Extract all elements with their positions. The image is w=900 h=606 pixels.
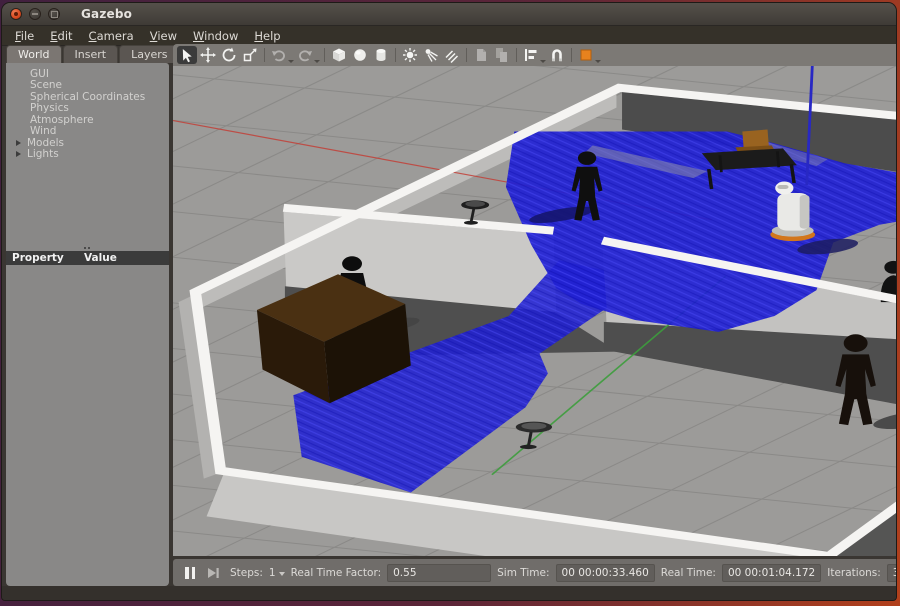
world-panel: World Insert Layers GUI Scene Spherical … — [2, 44, 171, 586]
menu-edit[interactable]: Edit — [43, 28, 79, 44]
snap-tool-icon[interactable] — [547, 46, 567, 64]
simulation-statusbar: Steps: 1 Real Time Factor: 0.55 Sim Time… — [173, 559, 896, 586]
tree-item-spherical-coordinates[interactable]: Spherical Coordinates — [6, 91, 169, 103]
redo-icon[interactable] — [295, 46, 315, 64]
spot-light-tool-icon[interactable] — [421, 46, 441, 64]
translate-tool-icon[interactable] — [198, 46, 218, 64]
window-title: Gazebo — [81, 7, 132, 21]
steps-label: Steps: — [230, 567, 263, 579]
render-viewport[interactable] — [173, 66, 896, 556]
iterations-value: 33460 — [887, 564, 896, 582]
titlebar: Gazebo — [2, 3, 896, 26]
iterations-label: Iterations: — [827, 567, 881, 579]
tree-item-physics[interactable]: Physics — [6, 103, 169, 115]
paste-icon[interactable] — [492, 46, 512, 64]
steps-caret-icon[interactable] — [279, 572, 285, 576]
copy-icon[interactable] — [471, 46, 491, 64]
tree-item-atmosphere[interactable]: Atmosphere — [6, 114, 169, 126]
undo-icon[interactable] — [269, 46, 289, 64]
tree-item-gui[interactable]: GUI — [6, 68, 169, 80]
rtf-label: Real Time Factor: — [291, 567, 382, 579]
tree-item-wind[interactable]: Wind — [6, 126, 169, 138]
sphere-tool-icon[interactable] — [350, 46, 370, 64]
menu-window[interactable]: Window — [186, 28, 245, 44]
view-angle-caret[interactable] — [595, 60, 601, 63]
tab-insert[interactable]: Insert — [63, 45, 119, 63]
point-light-tool-icon[interactable] — [400, 46, 420, 64]
panel-splitter[interactable] — [6, 246, 169, 251]
scene-canvas[interactable] — [173, 66, 896, 556]
gazebo-window: Gazebo File Edit Camera View Window Help… — [2, 3, 896, 600]
value-column: Value — [84, 252, 117, 264]
toolbar — [173, 44, 896, 66]
align-caret[interactable] — [540, 60, 546, 63]
rtf-value: 0.55 — [387, 564, 491, 582]
panel-tabs: World Insert Layers — [6, 45, 169, 63]
property-column: Property — [6, 252, 84, 264]
box-tool-icon[interactable] — [329, 46, 349, 64]
tree-item-models[interactable]: Models — [6, 137, 169, 149]
menu-camera[interactable]: Camera — [82, 28, 141, 44]
property-table-header: Property Value — [6, 251, 169, 265]
expand-arrow-icon[interactable] — [16, 140, 21, 146]
minimize-window-icon[interactable] — [29, 8, 41, 20]
window-bottom-edge — [2, 586, 896, 600]
align-tool-icon[interactable] — [521, 46, 541, 64]
menu-help[interactable]: Help — [247, 28, 287, 44]
real-time-label: Real Time: — [661, 567, 716, 579]
menu-file[interactable]: File — [8, 28, 41, 44]
select-tool-icon[interactable] — [177, 46, 197, 64]
steps-spinner[interactable]: 1 — [269, 567, 285, 579]
rotate-tool-icon[interactable] — [219, 46, 239, 64]
step-button[interactable] — [207, 567, 220, 579]
tree-item-lights[interactable]: Lights — [6, 149, 169, 161]
menu-view[interactable]: View — [143, 28, 184, 44]
sim-time-label: Sim Time: — [497, 567, 549, 579]
expand-arrow-icon[interactable] — [16, 151, 21, 157]
scale-tool-icon[interactable] — [240, 46, 260, 64]
world-tree: GUI Scene Spherical Coordinates Physics … — [6, 63, 169, 246]
sim-time-value: 00 00:00:33.460 — [556, 564, 655, 582]
view-angle-icon[interactable] — [576, 46, 596, 64]
cylinder-tool-icon[interactable] — [371, 46, 391, 64]
tree-item-scene[interactable]: Scene — [6, 80, 169, 92]
maximize-window-icon[interactable] — [48, 8, 60, 20]
close-window-icon[interactable] — [10, 8, 22, 20]
directional-light-tool-icon[interactable] — [442, 46, 462, 64]
pause-button[interactable] — [181, 565, 199, 581]
property-table-body — [6, 265, 169, 586]
real-time-value: 00 00:01:04.172 — [722, 564, 821, 582]
menubar: File Edit Camera View Window Help — [2, 26, 896, 46]
tab-world[interactable]: World — [6, 45, 62, 63]
